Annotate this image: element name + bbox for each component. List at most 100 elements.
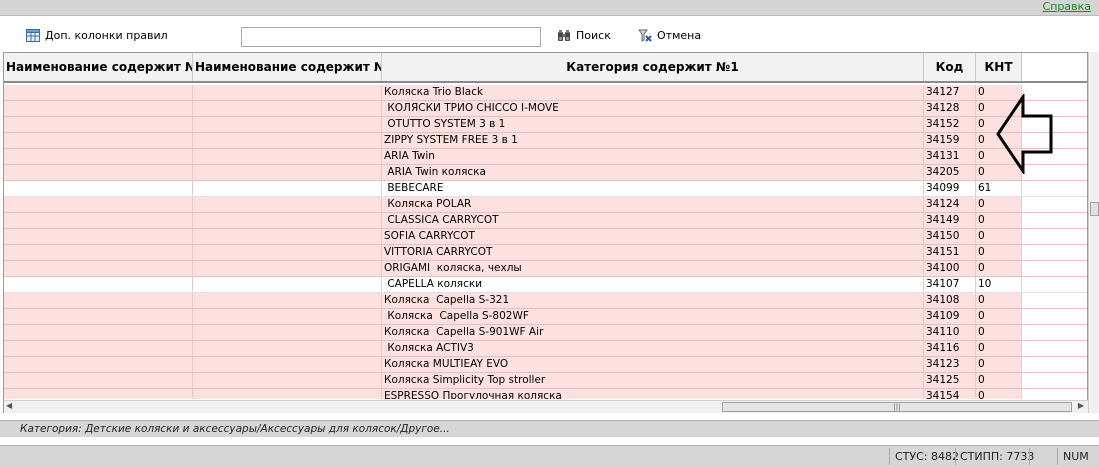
cell-code[interactable]: 34099 (924, 181, 976, 196)
cell-name2[interactable] (193, 149, 382, 164)
cell-code[interactable]: 34159 (924, 133, 976, 148)
cell-category[interactable]: SOFIA CARRYCOT (382, 229, 924, 244)
table-row[interactable]: CAPELLA коляски 34107 10 (4, 277, 1087, 293)
table-row[interactable]: OTUTTO SYSTEM 3 в 1 34152 0 (4, 117, 1087, 133)
table-row[interactable]: Коляска ACTIV3 34116 0 (4, 341, 1087, 357)
cell-code[interactable]: 34110 (924, 325, 976, 340)
cell-category[interactable]: КОЛЯСКИ ТРИО CHICCO I-MOVE (382, 101, 924, 116)
cell-name2[interactable] (193, 85, 382, 100)
cell-category[interactable]: ARIA Twin коляска (382, 165, 924, 180)
cell-code[interactable]: 34131 (924, 149, 976, 164)
table-row[interactable]: Коляска MULTIEAY EVO 34123 0 (4, 357, 1087, 373)
table-row[interactable]: ARIA Twin 34131 0 (4, 149, 1087, 165)
scroll-right-icon[interactable]: ▶ (1078, 401, 1084, 410)
cell-category[interactable]: Коляска Capella S-802WF (382, 309, 924, 324)
cell-code[interactable]: 34152 (924, 117, 976, 132)
table-row[interactable]: Коляска Trio Black 34127 0 (4, 85, 1087, 101)
cell-category[interactable]: CLASSICA CARRYCOT (382, 213, 924, 228)
table-row[interactable]: VITTORIA CARRYCOT 34151 0 (4, 245, 1087, 261)
cell-name1[interactable] (4, 197, 193, 212)
cell-code[interactable]: 34109 (924, 309, 976, 324)
cell-category[interactable]: ZIPPY SYSTEM FREE 3 в 1 (382, 133, 924, 148)
cell-category[interactable]: CAPELLA коляски (382, 277, 924, 292)
cell-knt[interactable]: 0 (976, 245, 1022, 260)
cell-code[interactable]: 34151 (924, 245, 976, 260)
cell-name1[interactable] (4, 325, 193, 340)
cell-category[interactable]: VITTORIA CARRYCOT (382, 245, 924, 260)
cell-code[interactable]: 34116 (924, 341, 976, 356)
cell-name2[interactable] (193, 341, 382, 356)
cancel-button[interactable]: Отмена (638, 27, 701, 43)
table-row[interactable]: ZIPPY SYSTEM FREE 3 в 1 34159 0 (4, 133, 1087, 149)
cell-name2[interactable] (193, 133, 382, 148)
cell-name1[interactable] (4, 341, 193, 356)
cell-code[interactable]: 34127 (924, 85, 976, 100)
cell-code[interactable]: 34125 (924, 373, 976, 388)
table-row[interactable]: Коляска Simplicity Top stroller 34125 0 (4, 373, 1087, 389)
cell-name2[interactable] (193, 325, 382, 340)
cell-knt[interactable]: 0 (976, 341, 1022, 356)
column-header-name1[interactable]: Наименование содержит №1 (4, 53, 193, 81)
cell-code[interactable]: 34154 (924, 389, 976, 399)
cell-code[interactable]: 34108 (924, 293, 976, 308)
horizontal-scrollbar-thumb[interactable]: ||| (722, 402, 1072, 412)
table-row[interactable]: CLASSICA CARRYCOT 34149 0 (4, 213, 1087, 229)
cell-category[interactable]: ORIGAMI коляска, чехлы (382, 261, 924, 276)
cell-name2[interactable] (193, 357, 382, 372)
column-header-knt[interactable]: КНТ (976, 53, 1022, 81)
cell-category[interactable]: BEBECARE (382, 181, 924, 196)
table-row[interactable]: ESPRESSO Прогулочная коляска 34154 0 (4, 389, 1087, 399)
help-link[interactable]: Справка (1043, 0, 1091, 14)
cell-knt[interactable]: 0 (976, 229, 1022, 244)
table-row[interactable]: SOFIA CARRYCOT 34150 0 (4, 229, 1087, 245)
cell-name2[interactable] (193, 181, 382, 196)
cell-name1[interactable] (4, 213, 193, 228)
cell-name2[interactable] (193, 101, 382, 116)
extra-columns-button[interactable]: Доп. колонки правил (26, 27, 168, 43)
table-row[interactable]: Коляска Capella S-321 34108 0 (4, 293, 1087, 309)
cell-name1[interactable] (4, 373, 193, 388)
cell-category[interactable]: Коляска Capella S-321 (382, 293, 924, 308)
cell-knt[interactable]: 0 (976, 357, 1022, 372)
cell-category[interactable]: Коляска Capella S-901WF Air (382, 325, 924, 340)
cell-knt[interactable]: 0 (976, 309, 1022, 324)
cell-name1[interactable] (4, 229, 193, 244)
cell-name1[interactable] (4, 181, 193, 196)
cell-name1[interactable] (4, 389, 193, 399)
cell-knt[interactable]: 0 (976, 213, 1022, 228)
cell-name1[interactable] (4, 293, 193, 308)
cell-name1[interactable] (4, 309, 193, 324)
cell-category[interactable]: Коляска POLAR (382, 197, 924, 212)
table-row[interactable]: BEBECARE 34099 61 (4, 181, 1087, 197)
cell-knt[interactable]: 0 (976, 293, 1022, 308)
cell-category[interactable]: Коляска ACTIV3 (382, 341, 924, 356)
cell-name1[interactable] (4, 117, 193, 132)
cell-name2[interactable] (193, 245, 382, 260)
cell-knt[interactable]: 0 (976, 197, 1022, 212)
cell-name2[interactable] (193, 229, 382, 244)
cell-code[interactable]: 34107 (924, 277, 976, 292)
table-row[interactable]: Коляска POLAR 34124 0 (4, 197, 1087, 213)
search-input[interactable] (241, 27, 541, 47)
scroll-left-icon[interactable]: ◀ (6, 401, 12, 410)
column-header-category[interactable]: Категория содержит №1 (382, 53, 924, 81)
table-row[interactable]: ORIGAMI коляска, чехлы 34100 0 (4, 261, 1087, 277)
cell-name2[interactable] (193, 373, 382, 388)
cell-name2[interactable] (193, 213, 382, 228)
table-row[interactable]: КОЛЯСКИ ТРИО CHICCO I-MOVE 34128 0 (4, 101, 1087, 117)
cell-name1[interactable] (4, 149, 193, 164)
cell-code[interactable]: 34124 (924, 197, 976, 212)
cell-code[interactable]: 34100 (924, 261, 976, 276)
cell-category[interactable]: ARIA Twin (382, 149, 924, 164)
cell-code[interactable]: 34149 (924, 213, 976, 228)
cell-name2[interactable] (193, 277, 382, 292)
vertical-scrollbar[interactable] (1088, 52, 1099, 413)
cell-knt[interactable]: 0 (976, 389, 1022, 399)
cell-name1[interactable] (4, 101, 193, 116)
cell-name2[interactable] (193, 117, 382, 132)
cell-name1[interactable] (4, 245, 193, 260)
cell-code[interactable]: 34205 (924, 165, 976, 180)
horizontal-scrollbar[interactable]: ◀ ||| ▶ (4, 400, 1088, 413)
cell-category[interactable]: Коляска Trio Black (382, 85, 924, 100)
cell-knt[interactable]: 10 (976, 277, 1022, 292)
